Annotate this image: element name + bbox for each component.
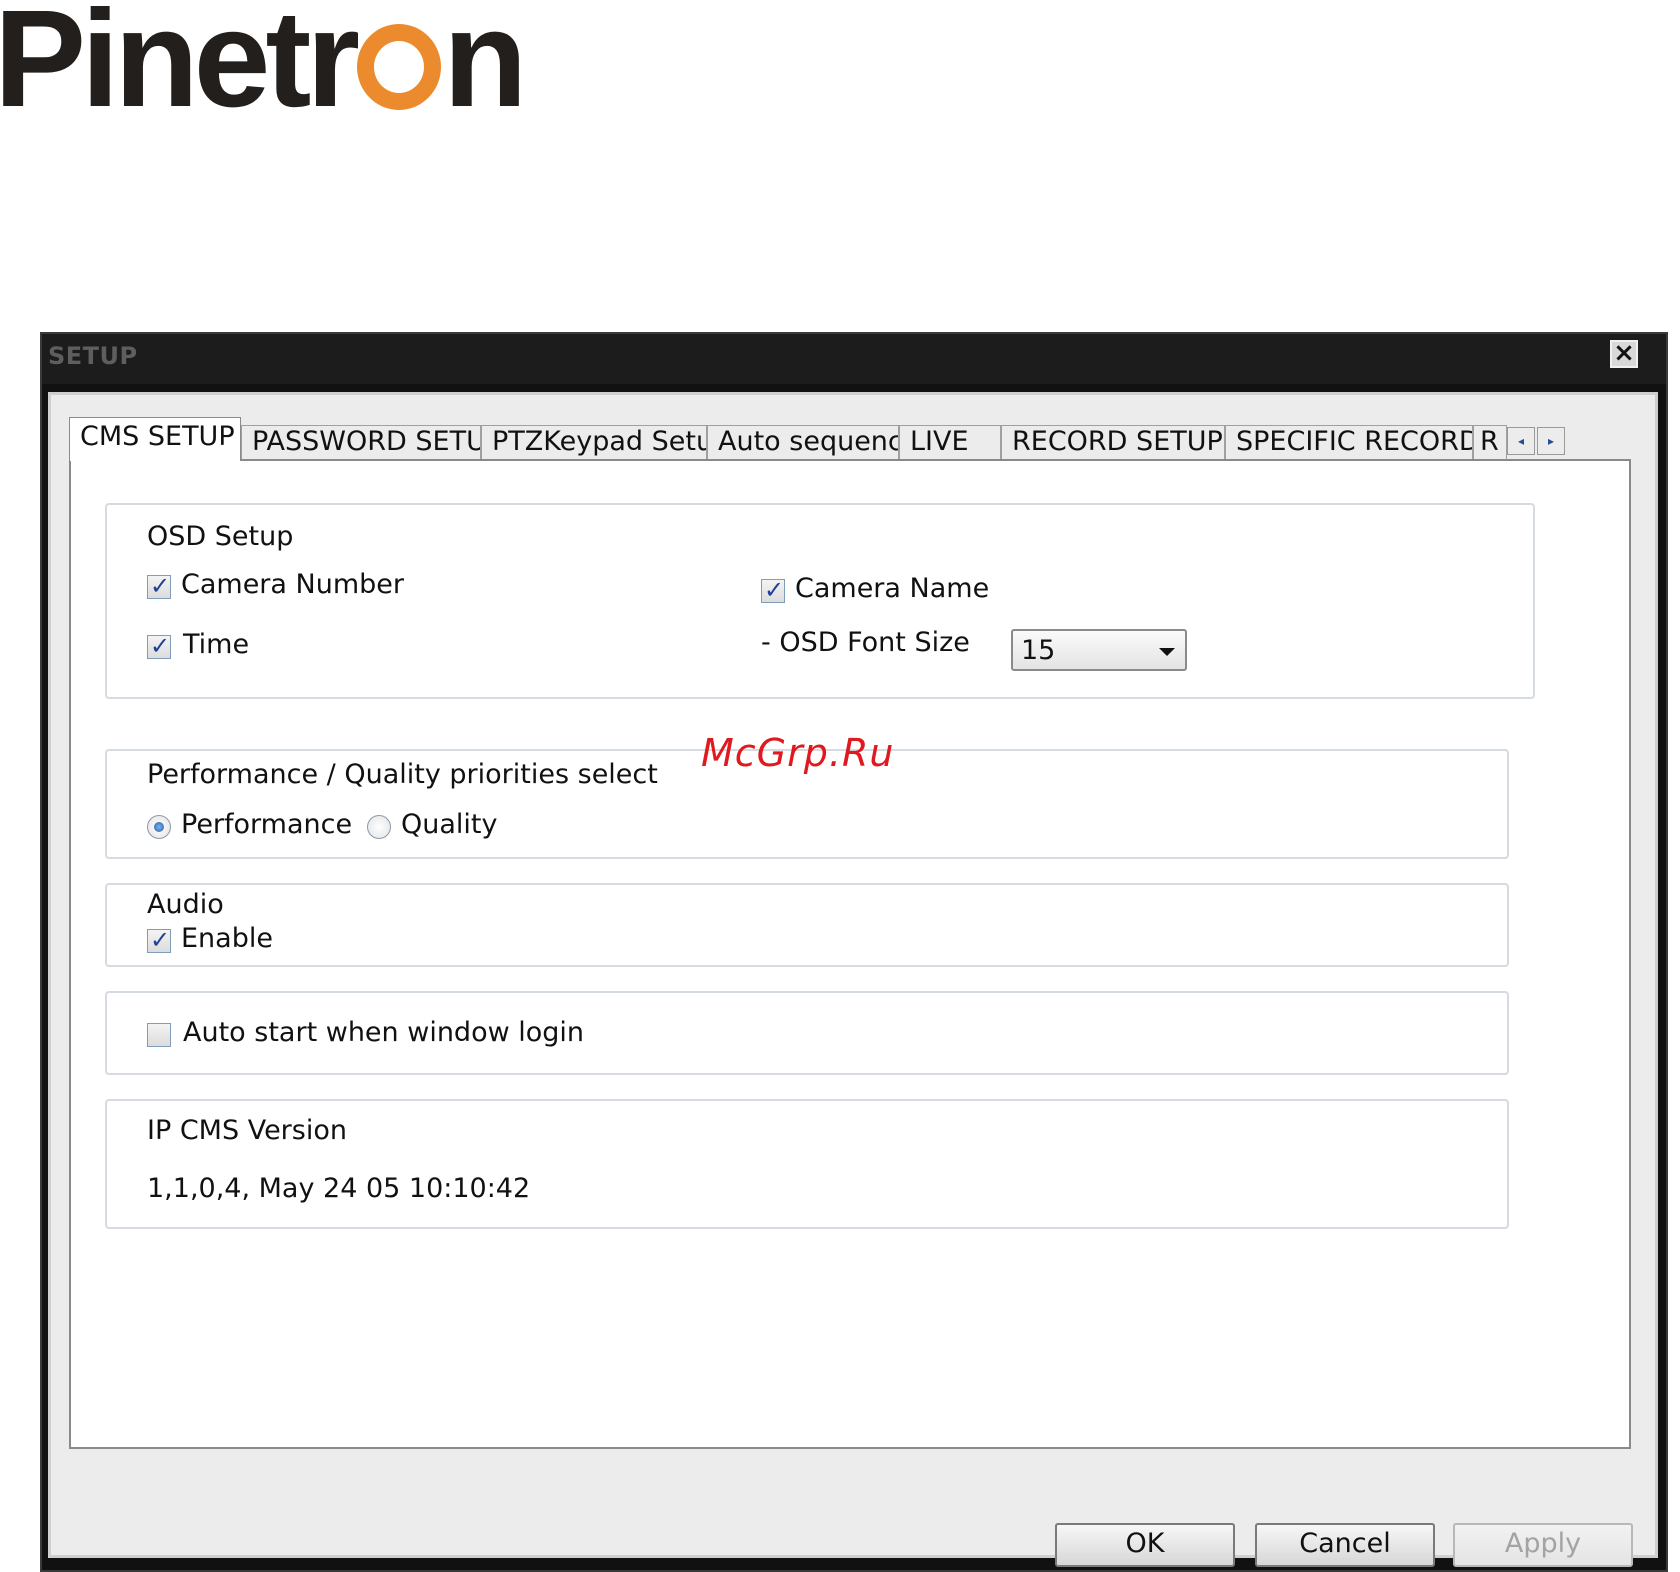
apply-button[interactable]: Apply [1453, 1523, 1633, 1567]
tab-ptzkeypad-setup[interactable]: PTZKeypad Setup [481, 425, 707, 459]
autostart-label: Auto start when window login [183, 1017, 585, 1048]
performance-radio[interactable] [147, 815, 171, 839]
tab-scroll-right-icon[interactable]: ▸ [1537, 427, 1565, 455]
tab-record-setup[interactable]: RECORD SETUP [1001, 425, 1225, 459]
osd-setup-heading: OSD Setup [147, 521, 294, 552]
tab-bar: CMS SETUP PASSWORD SETUP PTZKeypad Setup… [69, 417, 1629, 461]
time-label: Time [183, 629, 250, 660]
audio-enable-checkbox[interactable] [147, 926, 171, 954]
ok-button[interactable]: OK [1055, 1523, 1235, 1567]
window-title: SETUP [48, 342, 138, 370]
tab-auto-sequence[interactable]: Auto sequence [707, 425, 899, 459]
tab-live[interactable]: LIVE [899, 425, 1001, 459]
performance-label: Performance [181, 809, 353, 840]
watermark-text: McGrp.Ru [701, 731, 895, 775]
quality-radio[interactable] [367, 815, 391, 839]
audio-heading: Audio [147, 889, 224, 920]
camera-name-label: Camera Name [795, 573, 990, 604]
quality-label: Quality [401, 809, 498, 840]
cancel-button[interactable]: Cancel [1255, 1523, 1435, 1567]
osd-font-size-dropdown[interactable]: 15 [1011, 629, 1187, 671]
tab-cms-setup[interactable]: CMS SETUP [69, 417, 241, 461]
autostart-checkbox[interactable] [147, 1023, 171, 1047]
cms-setup-panel: OSD Setup Camera Number Time Camera Name… [69, 459, 1631, 1449]
audio-group: Audio Enable [105, 883, 1509, 967]
tab-specific-record[interactable]: SPECIFIC RECORD [1225, 425, 1473, 459]
pinetron-logo: Pinetr n [0, 0, 527, 136]
osd-font-size-value: 15 [1021, 635, 1056, 666]
time-checkbox[interactable] [147, 632, 171, 660]
priority-heading: Performance / Quality priorities select [147, 759, 658, 790]
close-icon[interactable]: × [1610, 340, 1638, 368]
autostart-group: Auto start when window login [105, 991, 1509, 1075]
osd-setup-group: OSD Setup Camera Number Time Camera Name… [105, 503, 1535, 699]
camera-number-checkbox[interactable] [147, 572, 171, 600]
camera-name-checkbox[interactable] [761, 576, 785, 604]
dialog-client-area: CMS SETUP PASSWORD SETUP PTZKeypad Setup… [48, 392, 1658, 1567]
version-heading: IP CMS Version [147, 1115, 347, 1146]
tab-r-truncated[interactable]: R [1473, 425, 1507, 459]
setup-window: SETUP × CMS SETUP PASSWORD SETUP PTZKeyp… [40, 332, 1668, 1572]
version-value: 1,1,0,4, May 24 05 10:10:42 [147, 1173, 531, 1204]
title-bar[interactable]: SETUP × [42, 334, 1666, 384]
audio-enable-label: Enable [181, 923, 273, 954]
osd-font-size-label: - OSD Font Size [761, 627, 970, 658]
logo-o-ring [357, 24, 442, 110]
tab-scroll-left-icon[interactable]: ◂ [1507, 427, 1535, 455]
chevron-down-icon [1159, 648, 1175, 656]
camera-number-label: Camera Number [181, 569, 405, 600]
version-group: IP CMS Version 1,1,0,4, May 24 05 10:10:… [105, 1099, 1509, 1229]
tab-password-setup[interactable]: PASSWORD SETUP [241, 425, 481, 459]
